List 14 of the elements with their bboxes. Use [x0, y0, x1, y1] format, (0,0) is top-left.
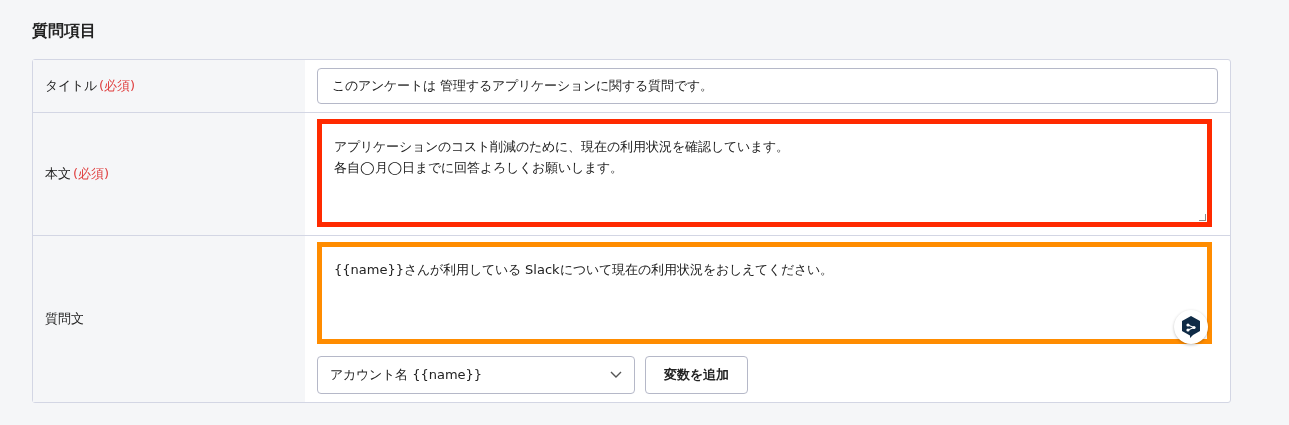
field-label: 質問文	[45, 310, 84, 328]
variable-select[interactable]: アカウント名 {{name}}	[317, 356, 635, 394]
assistant-icon[interactable]	[1174, 310, 1208, 344]
text-field[interactable]: このアンケートは 管理するアプリケーションに関する質問です。	[317, 68, 1218, 104]
required-mark: (必須)	[99, 77, 136, 95]
add-variable-button[interactable]: 変数を追加	[645, 356, 748, 394]
required-mark: (必須)	[73, 165, 110, 183]
text-area[interactable]: アプリケーションのコスト削減のために、現在の利用状況を確認しています。 各自◯月◯日までに回答よろしくお願いします。	[317, 119, 1212, 227]
field-label: 本文	[45, 165, 71, 183]
resize-handle-icon[interactable]	[1199, 214, 1206, 221]
chevron-down-icon	[610, 371, 622, 379]
section-title: 質問項目	[32, 20, 97, 42]
field-label: タイトル	[45, 77, 97, 95]
text-area[interactable]: {{name}}さんが利用している Slackについて現在の利用状況をおしえてください。	[317, 242, 1212, 344]
